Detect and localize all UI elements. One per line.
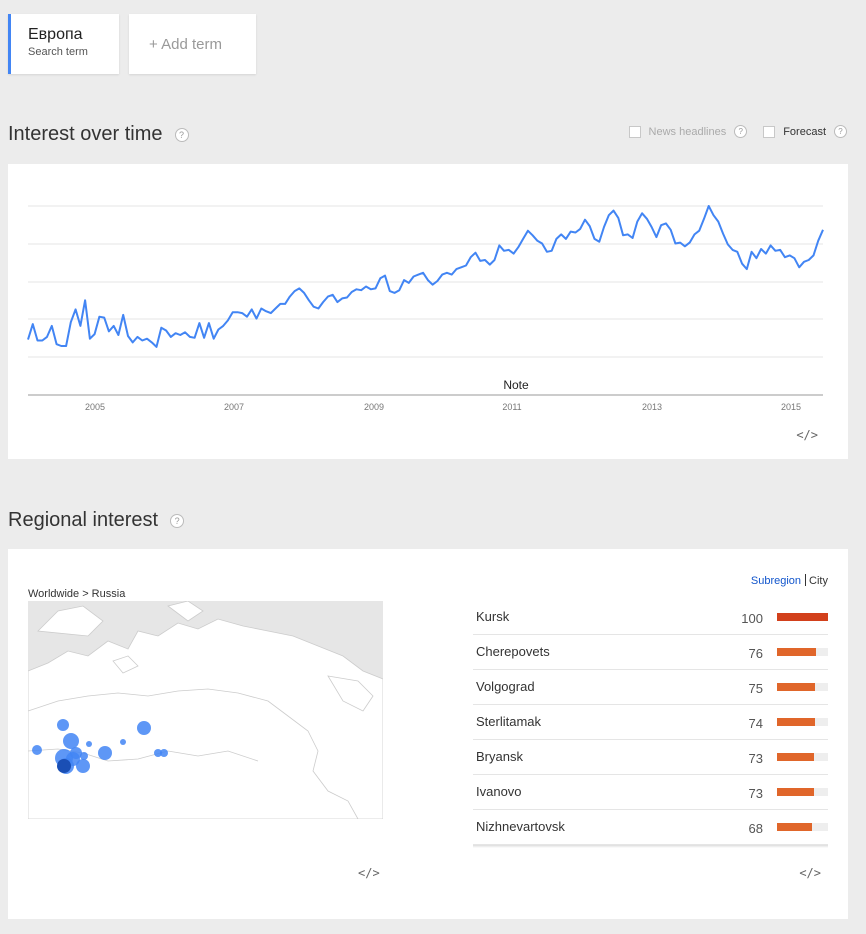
- list-bottom-shadow: [473, 845, 828, 848]
- news-headlines-label: News headlines: [648, 125, 727, 138]
- region-name: Ivanovo: [476, 784, 522, 799]
- embed-chart-icon[interactable]: </>: [796, 428, 818, 442]
- interest-title: Interest over time: [8, 123, 163, 145]
- search-term-card[interactable]: Европа Search term: [8, 14, 119, 74]
- region-value: 68: [748, 821, 763, 836]
- region-bar-fill: [777, 613, 828, 621]
- city-bubble: [32, 745, 42, 755]
- regional-panel: Worldwide > Russia </> Subregion City Ku…: [8, 549, 848, 919]
- region-value: 73: [748, 786, 763, 801]
- help-icon[interactable]: ?: [170, 513, 185, 528]
- map-graphic: [28, 601, 383, 819]
- x-tick-label: 2013: [642, 402, 662, 412]
- help-icon[interactable]: ?: [174, 127, 189, 142]
- region-name: Kursk: [476, 609, 510, 624]
- subregion-link[interactable]: Subregion: [751, 575, 801, 587]
- note-label[interactable]: Note: [503, 378, 529, 392]
- region-row[interactable]: Cherepovets 76: [473, 635, 828, 670]
- toggle-separator: [805, 574, 807, 586]
- region-value: 74: [748, 716, 763, 731]
- region-row[interactable]: Kursk 100: [473, 600, 828, 635]
- city-bubble: [137, 721, 151, 735]
- region-bar-track: [777, 718, 828, 726]
- region-bar-fill: [777, 718, 815, 726]
- region-bar-track: [777, 683, 828, 691]
- region-row[interactable]: Bryansk 73: [473, 740, 828, 775]
- region-bar-track: [777, 753, 828, 761]
- breadcrumb[interactable]: Worldwide > Russia: [28, 588, 125, 600]
- city-bubble: [160, 749, 168, 757]
- chart-options: News headlines ? Forecast ?: [613, 125, 847, 138]
- series-line: [27, 205, 824, 348]
- region-value: 76: [748, 646, 763, 661]
- russia-map[interactable]: [28, 601, 383, 819]
- city-bubble: [98, 746, 112, 760]
- region-bar-fill: [777, 753, 815, 761]
- x-tick-label: 2007: [224, 402, 244, 412]
- x-tick-label: 2005: [85, 402, 105, 412]
- region-row[interactable]: Volgograd 75: [473, 670, 828, 705]
- city-bubble: [63, 733, 79, 749]
- region-name: Cherepovets: [476, 644, 550, 659]
- city-bubble: [80, 752, 88, 760]
- forecast-help-icon[interactable]: ?: [834, 125, 847, 138]
- x-tick-label: 2011: [502, 402, 521, 412]
- search-term-name: Европа: [28, 26, 83, 43]
- region-row[interactable]: Ivanovo 73: [473, 775, 828, 810]
- city-bubble: [120, 739, 126, 745]
- region-bar-fill: [777, 788, 815, 796]
- region-name: Bryansk: [476, 749, 523, 764]
- region-name: Nizhnevartovsk: [476, 819, 565, 834]
- city-bubble-highlight: [57, 759, 71, 773]
- embed-list-icon[interactable]: </>: [799, 866, 821, 880]
- news-headlines-checkbox[interactable]: [628, 125, 641, 138]
- city-bubble: [86, 741, 92, 747]
- search-term-subtitle: Search term: [28, 46, 88, 58]
- x-tick-label: 2015: [781, 402, 801, 412]
- region-bar-track: [777, 788, 828, 796]
- region-row[interactable]: Nizhnevartovsk 68: [473, 810, 828, 845]
- forecast-option[interactable]: Forecast ?: [763, 125, 847, 138]
- region-level-toggle: Subregion City: [751, 574, 828, 587]
- region-name: Volgograd: [476, 679, 535, 694]
- region-list: Kursk 100 Cherepovets 76 Volgograd 75 Sterlita…: [473, 600, 828, 848]
- region-value: 100: [741, 611, 763, 626]
- region-name: Sterlitamak: [476, 714, 542, 729]
- forecast-label: Forecast: [783, 125, 826, 138]
- news-headlines-option[interactable]: News headlines ?: [628, 125, 748, 138]
- region-bar-track: [777, 613, 828, 621]
- region-bar-track: [777, 823, 828, 831]
- news-help-icon[interactable]: ?: [734, 125, 748, 138]
- regional-interest-heading: Regional interest?: [8, 509, 185, 532]
- regional-title: Regional interest: [8, 509, 159, 531]
- x-tick-label: 2009: [364, 402, 384, 412]
- city-link[interactable]: City: [809, 575, 828, 587]
- region-value: 75: [748, 681, 763, 696]
- region-bar-fill: [777, 823, 812, 831]
- city-bubble: [57, 719, 69, 731]
- interest-over-time-heading: Interest over time?: [8, 123, 189, 146]
- forecast-checkbox[interactable]: [763, 125, 776, 138]
- region-bar-track: [777, 648, 828, 656]
- region-bar-fill: [777, 648, 816, 656]
- interest-chart-panel: 2005 2007 2009 2011 2013 2015 Note </>: [8, 164, 848, 459]
- interest-line-chart: 2005 2007 2009 2011 2013 2015 Note: [27, 205, 824, 412]
- region-bar-fill: [777, 683, 816, 691]
- add-term-button[interactable]: + Add term: [129, 14, 256, 74]
- city-bubble: [76, 759, 90, 773]
- region-value: 73: [748, 751, 763, 766]
- embed-map-icon[interactable]: </>: [358, 866, 380, 880]
- region-row[interactable]: Sterlitamak 74: [473, 705, 828, 740]
